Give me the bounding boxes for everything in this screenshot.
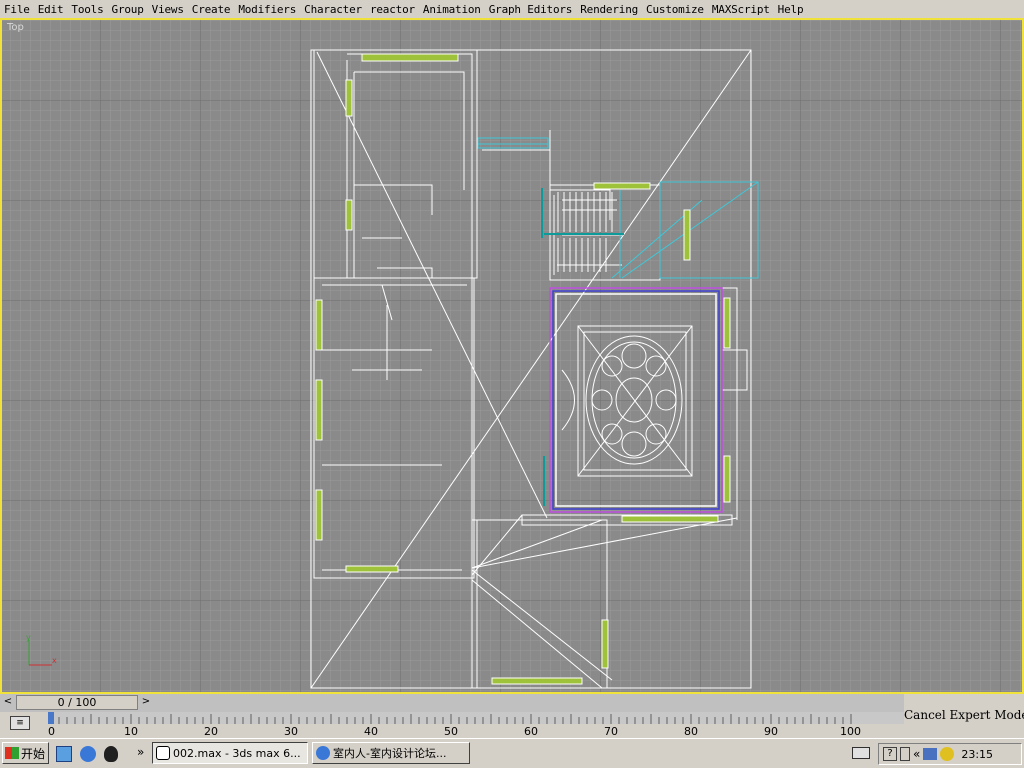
expert-mode-area: Cancel Expert Mode xyxy=(904,694,1024,738)
windows-logo-icon xyxy=(5,747,19,759)
tick-label: 50 xyxy=(444,725,458,738)
tick-label: 10 xyxy=(124,725,138,738)
menu-reactor[interactable]: reactor xyxy=(366,3,419,16)
next-frame-icon[interactable]: > xyxy=(140,695,152,710)
menu-customize[interactable]: Customize xyxy=(642,3,708,16)
menu-help[interactable]: Help xyxy=(774,3,808,16)
menu-file[interactable]: File xyxy=(0,3,34,16)
cancel-expert-mode-button[interactable]: Cancel Expert Mode xyxy=(904,708,1024,722)
track-ruler xyxy=(48,712,908,724)
taskbar: 开始 » 002.max - 3ds max 6... 室内人-室内设计论坛..… xyxy=(0,738,1024,768)
axis-y-label: y xyxy=(26,633,31,642)
start-label: 开始 xyxy=(21,746,46,761)
viewport-label[interactable]: Top xyxy=(7,22,24,33)
track-view-icon[interactable]: ≡ xyxy=(10,716,30,730)
tray-expand-icon[interactable]: « xyxy=(913,747,920,761)
tick-label: 60 xyxy=(524,725,538,738)
tick-label: 0 xyxy=(48,725,55,738)
tick-label: 90 xyxy=(764,725,778,738)
menu-edit[interactable]: Edit xyxy=(34,3,68,16)
menu-rendering[interactable]: Rendering xyxy=(576,3,642,16)
menu-create[interactable]: Create xyxy=(188,3,235,16)
menu-group[interactable]: Group xyxy=(108,3,148,16)
prev-frame-icon[interactable]: < xyxy=(2,695,14,710)
task-browser[interactable]: 室内人-室内设计论坛... xyxy=(312,742,470,764)
start-button[interactable]: 开始 xyxy=(2,742,49,764)
task-label: 002.max - 3ds max 6... xyxy=(173,746,301,760)
quicklaunch-more-icon[interactable]: » xyxy=(137,745,144,759)
viewport-canvas[interactable]: y x xyxy=(2,20,1022,692)
help-icon[interactable]: ? xyxy=(883,747,897,761)
tick-label: 70 xyxy=(604,725,618,738)
menu-views[interactable]: Views xyxy=(148,3,188,16)
tick-label: 100 xyxy=(840,725,861,738)
menu-animation[interactable]: Animation xyxy=(419,3,485,16)
task-3dsmax[interactable]: 002.max - 3ds max 6... xyxy=(152,742,308,764)
menu-bar: File Edit Tools Group Views Create Modif… xyxy=(0,0,1024,18)
time-slider-bar: < 0 / 100 > xyxy=(0,694,904,712)
ie-icon xyxy=(316,746,330,760)
time-slider[interactable]: 0 / 100 xyxy=(16,695,138,710)
menu-tools[interactable]: Tools xyxy=(67,3,107,16)
menu-modifiers[interactable]: Modifiers xyxy=(234,3,300,16)
tick-label: 80 xyxy=(684,725,698,738)
3dsmax-icon xyxy=(156,746,170,760)
quicklaunch-ie-icon[interactable] xyxy=(80,746,96,762)
network-icon[interactable] xyxy=(923,748,938,760)
top-viewport[interactable]: y x Top xyxy=(0,18,1024,694)
monitor-icon[interactable] xyxy=(900,747,910,761)
tick-label: 30 xyxy=(284,725,298,738)
axis-x-label: x xyxy=(52,656,57,665)
keyboard-icon[interactable] xyxy=(852,747,870,759)
menu-graph-editors[interactable]: Graph Editors xyxy=(485,3,577,16)
menu-maxscript[interactable]: MAXScript xyxy=(708,3,774,16)
quicklaunch-qq-icon[interactable] xyxy=(104,746,118,762)
track-bar[interactable]: ≡ 0 10 20 30 40 50 60 70 80 90 100 xyxy=(0,712,908,738)
tick-label: 20 xyxy=(204,725,218,738)
qq-tray-icon[interactable] xyxy=(940,747,955,761)
system-tray: ? « 23:15 xyxy=(878,743,1022,765)
menu-character[interactable]: Character xyxy=(300,3,366,16)
task-label: 室内人-室内设计论坛... xyxy=(333,747,447,760)
clock: 23:15 xyxy=(961,747,994,761)
quicklaunch-desktop-icon[interactable] xyxy=(56,746,72,762)
tick-label: 40 xyxy=(364,725,378,738)
